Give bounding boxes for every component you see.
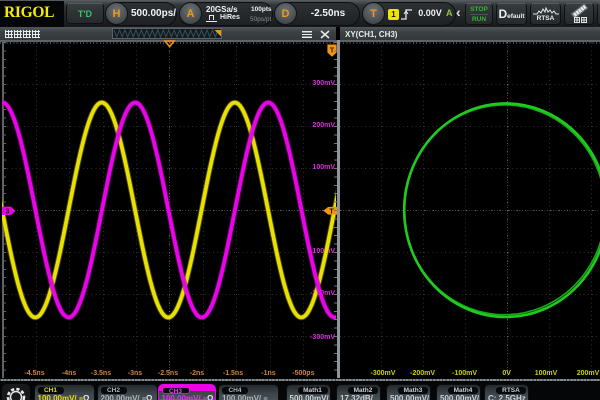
svg-text:3: 3 — [5, 207, 9, 216]
